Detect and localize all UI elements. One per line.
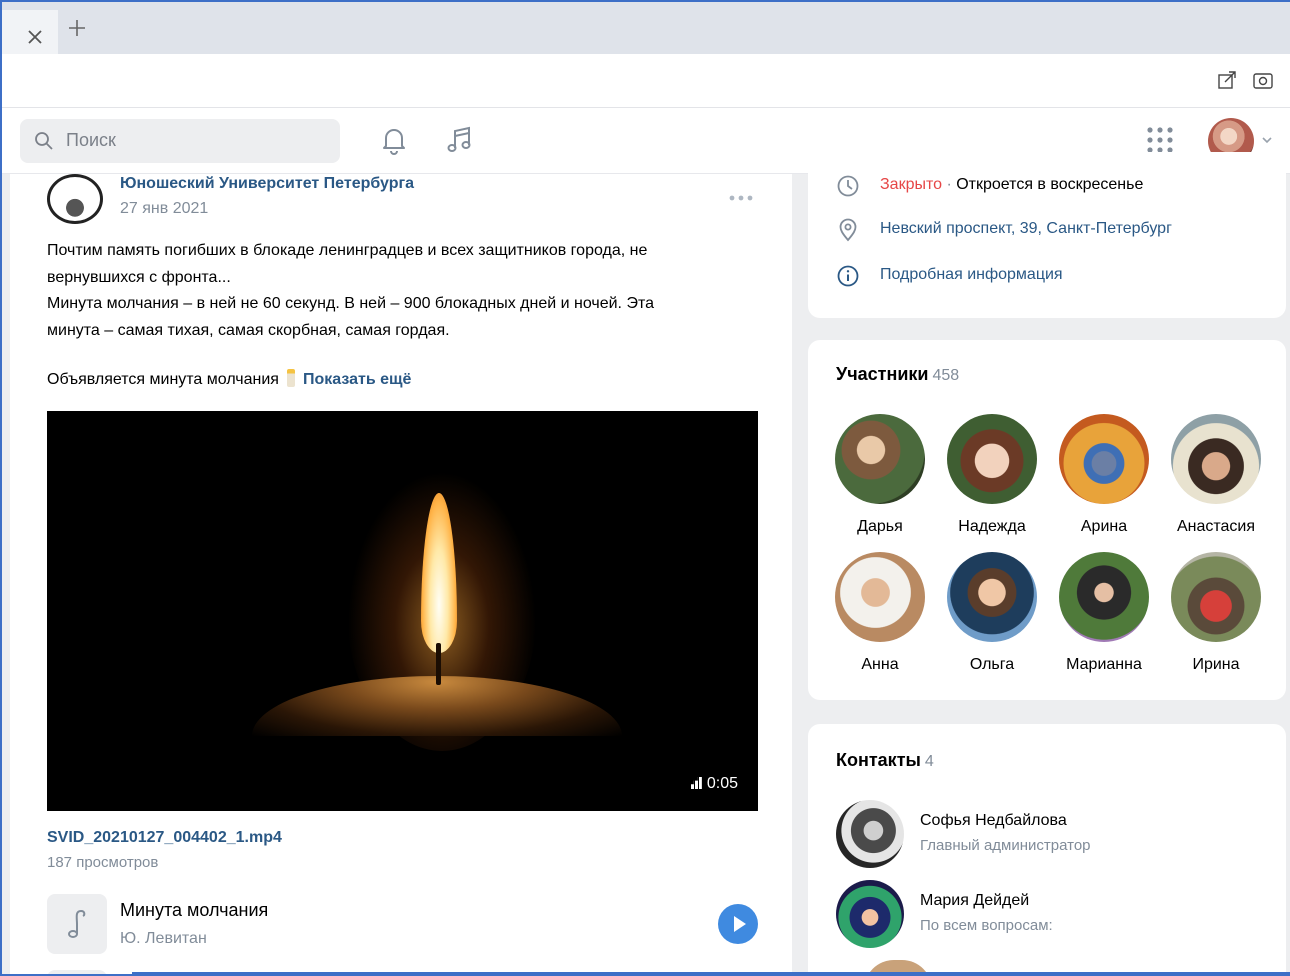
video-title-link[interactable]: SVID_20210127_004402_1.mp4 — [47, 829, 282, 847]
post-text: Почтим память погибших в блокаде ленингр… — [47, 238, 767, 344]
browser-tab[interactable] — [2, 10, 58, 54]
contact-avatar — [836, 800, 904, 868]
next-attachment — [47, 970, 107, 974]
bell-icon[interactable] — [378, 124, 410, 156]
post-date[interactable]: 27 янв 2021 — [120, 200, 208, 218]
contact-item[interactable]: Мария Дейдей По всем вопросам: — [836, 880, 1256, 948]
member-name: Надежда — [958, 518, 1026, 535]
screenshot-icon[interactable] — [1252, 69, 1274, 91]
post-text-line: Объявляется минута молчания — [47, 371, 279, 388]
volume-bars-icon — [690, 777, 702, 789]
audio-title[interactable]: Минута молчания — [120, 900, 268, 921]
info-icon — [837, 265, 859, 287]
member-item[interactable]: Дарья — [824, 414, 936, 536]
member-avatar — [1171, 414, 1261, 504]
hours-text: Закрыто · Откроется в воскресенье — [880, 176, 1144, 193]
plus-icon[interactable] — [66, 17, 88, 39]
contact-item[interactable]: Софья Недбайлова Главный администратор — [836, 800, 1256, 868]
candle-emoji-icon — [286, 369, 295, 387]
close-icon[interactable] — [24, 26, 46, 48]
contact-avatar — [836, 880, 904, 948]
member-avatar — [1059, 552, 1149, 642]
contact-name[interactable]: Мария Дейдей — [920, 892, 1029, 910]
member-item[interactable]: Арина — [1048, 414, 1160, 536]
video-player[interactable]: 0:05 — [47, 411, 758, 811]
member-item[interactable]: Ирина — [1160, 552, 1272, 674]
search-placeholder: Поиск — [66, 130, 116, 150]
member-name: Анастасия — [1176, 518, 1256, 535]
search-icon — [35, 132, 53, 150]
members-header[interactable]: Участники 458 — [836, 364, 959, 385]
contacts-header[interactable]: Контакты 4 — [836, 750, 934, 771]
member-avatar — [835, 414, 925, 504]
search-input[interactable]: Поиск — [20, 119, 340, 163]
tab-strip — [2, 2, 1290, 54]
video-wick — [436, 643, 441, 685]
wall-post: Юношеский Университет Петербурга 27 янв … — [10, 174, 792, 974]
community-avatar[interactable] — [47, 174, 103, 224]
video-views: 187 просмотров — [47, 854, 159, 871]
member-item[interactable]: Анастасия — [1160, 414, 1272, 536]
member-avatar — [947, 414, 1037, 504]
selection-border — [132, 972, 1290, 974]
member-name: Ирина — [1192, 656, 1240, 673]
show-more-link[interactable]: Показать ещё — [303, 371, 411, 388]
status-closed: Закрыто — [880, 176, 943, 193]
music-note-icon — [68, 910, 86, 938]
member-item[interactable]: Ольга — [936, 552, 1048, 674]
members-count: 458 — [932, 367, 960, 384]
member-name: Анна — [861, 656, 899, 673]
member-item[interactable]: Анна — [824, 552, 936, 674]
clock-icon — [837, 175, 859, 197]
share-icon[interactable] — [1216, 69, 1238, 91]
chevron-down-icon[interactable] — [1261, 134, 1273, 146]
contacts-count: 4 — [924, 753, 934, 770]
more-info-link[interactable]: Подробная информация — [880, 266, 1063, 284]
video-candle — [252, 676, 622, 736]
member-item[interactable]: Марианна — [1048, 552, 1160, 674]
post-text-line: Минута молчания – в ней не 60 секунд. В … — [47, 295, 654, 312]
member-avatar — [1059, 414, 1149, 504]
member-avatar — [1171, 552, 1261, 642]
address-link[interactable]: Невский проспект, 39, Санкт-Петербург — [880, 220, 1172, 238]
member-name: Марианна — [1066, 656, 1142, 673]
more-options-icon[interactable] — [728, 194, 754, 202]
post-author[interactable]: Юношеский Университет Петербурга — [120, 175, 414, 193]
community-info-card: Закрыто · Откроется в воскресенье Невски… — [808, 152, 1286, 318]
browser-window: Поиск Юношеский Университет Петербурга 2… — [0, 0, 1290, 976]
browser-toolbar — [2, 54, 1290, 108]
member-name: Ольга — [969, 656, 1015, 673]
contact-name[interactable]: Софья Недбайлова — [920, 812, 1067, 830]
member-item[interactable]: Надежда — [936, 414, 1048, 536]
music-icon[interactable] — [444, 124, 476, 156]
play-button[interactable] — [718, 904, 758, 944]
post-text-line: вернувшихся с фронта... — [47, 268, 231, 286]
status-open: Откроется в воскресенье — [956, 176, 1144, 193]
post-text-line: Почтим память погибших в блокаде ленингр… — [47, 242, 648, 259]
post-text-truncated: Объявляется минута молчания Показать ещё — [47, 369, 411, 389]
member-name: Арина — [1080, 518, 1128, 535]
video-duration: 0:05 — [690, 775, 738, 793]
contacts-card: Контакты 4 Софья Недбайлова Главный админ… — [808, 724, 1286, 974]
member-name: Дарья — [857, 518, 903, 535]
audio-cover[interactable] — [47, 894, 107, 954]
contact-role: Главный администратор — [920, 837, 1091, 854]
audio-artist[interactable]: Ю. Левитан — [120, 930, 207, 948]
post-text-line: минута – самая тихая, самая скорбная, са… — [47, 321, 450, 339]
location-pin-icon — [839, 218, 857, 242]
member-avatar — [835, 552, 925, 642]
members-card: Участники 458 Дарья Надежда Арина Анастас… — [808, 340, 1286, 700]
contact-role: По всем вопросам: — [920, 917, 1053, 934]
member-avatar — [947, 552, 1037, 642]
